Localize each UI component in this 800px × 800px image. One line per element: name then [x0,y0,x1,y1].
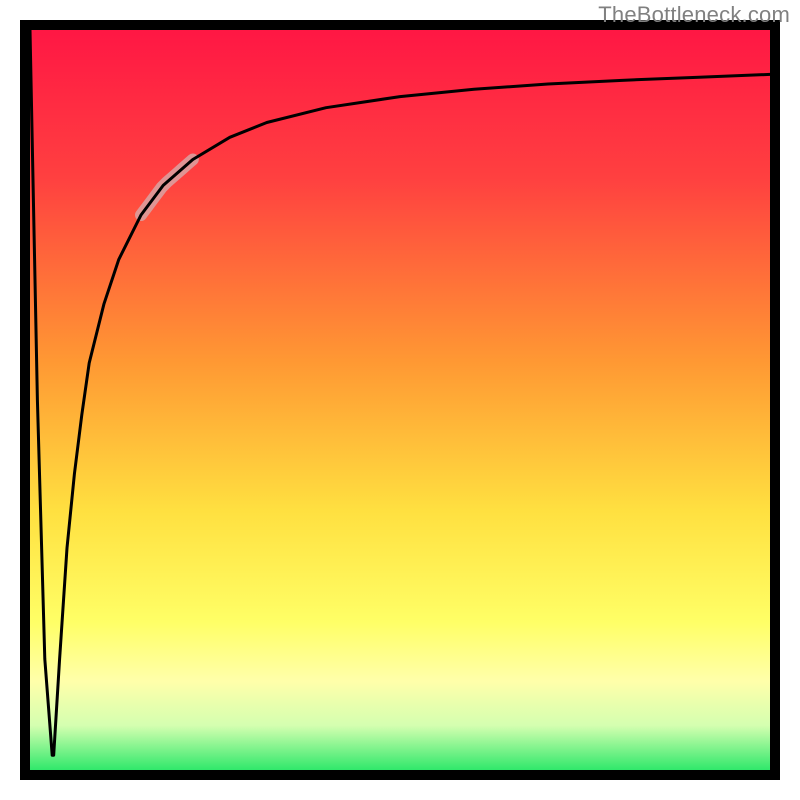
plot-background [30,30,770,770]
chart-container: TheBottleneck.com [0,0,800,800]
chart-svg [0,0,800,800]
watermark-label: TheBottleneck.com [598,2,790,28]
